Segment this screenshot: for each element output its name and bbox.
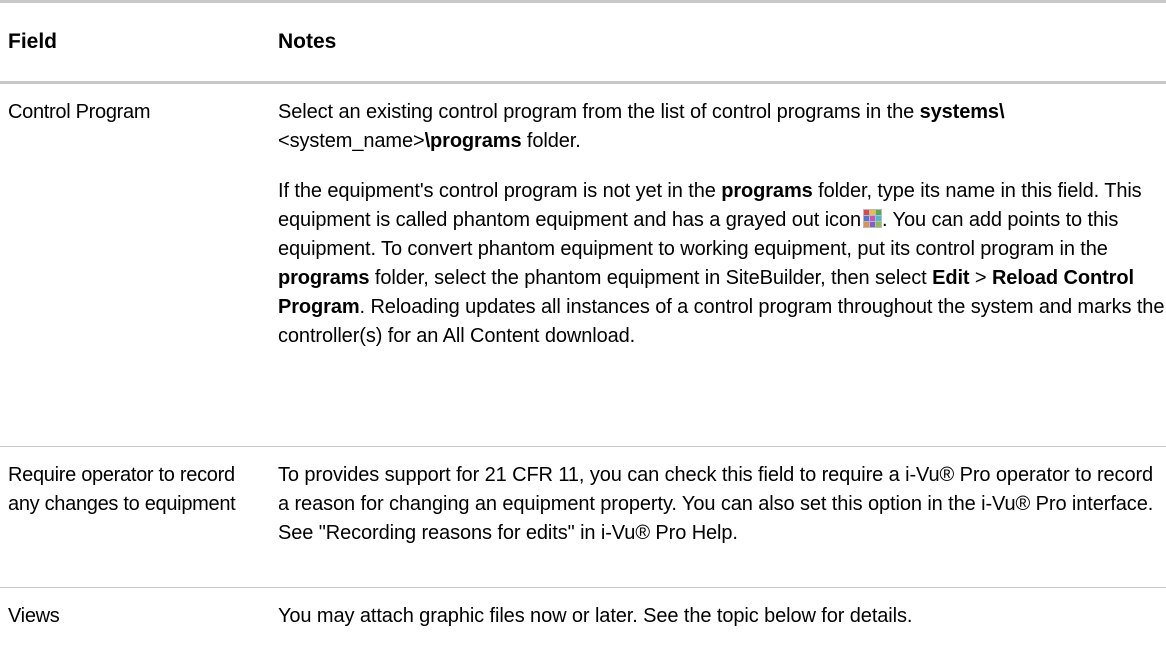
- text-run: <system_name>: [278, 130, 425, 152]
- notes-paragraph: If the equipment's control program is no…: [278, 177, 1166, 351]
- bold-path: systems\: [919, 101, 1005, 123]
- field-name: Control Program: [0, 82, 278, 447]
- text-run: >: [969, 267, 992, 289]
- text-run: folder, select the phantom equipment in …: [369, 267, 933, 289]
- field-notes-table: Field Notes Control Program Select an ex…: [0, 0, 1166, 652]
- table-header-row: Field Notes: [0, 0, 1166, 84]
- phantom-equipment-icon: [862, 208, 882, 228]
- header-field: Field: [0, 0, 278, 84]
- text-run: Select an existing control program from …: [278, 101, 920, 123]
- table-row: Require operator to record any changes t…: [0, 446, 1166, 588]
- field-notes: You may attach graphic files now or late…: [278, 605, 913, 627]
- table-row: Control Program Select an existing contr…: [0, 82, 1166, 447]
- field-notes: Select an existing control program from …: [278, 82, 1166, 447]
- bold-path: \programs: [424, 130, 522, 152]
- header-notes: Notes: [278, 0, 1166, 84]
- text-run: If the equipment's control program is no…: [278, 180, 722, 202]
- field-name: Views: [8, 605, 60, 627]
- bold-menu: Edit: [932, 267, 970, 289]
- text-run: . Reloading updates all instances of a c…: [278, 296, 1165, 347]
- table-row: Views You may attach graphic files now o…: [0, 588, 1166, 653]
- text-run: folder.: [521, 130, 581, 152]
- field-notes: To provides support for 21 CFR 11, you c…: [278, 446, 1166, 588]
- bold-folder: programs: [278, 267, 370, 289]
- bold-folder: programs: [721, 180, 813, 202]
- field-name: Require operator to record any changes t…: [0, 446, 278, 588]
- notes-paragraph: Select an existing control program from …: [278, 98, 1166, 156]
